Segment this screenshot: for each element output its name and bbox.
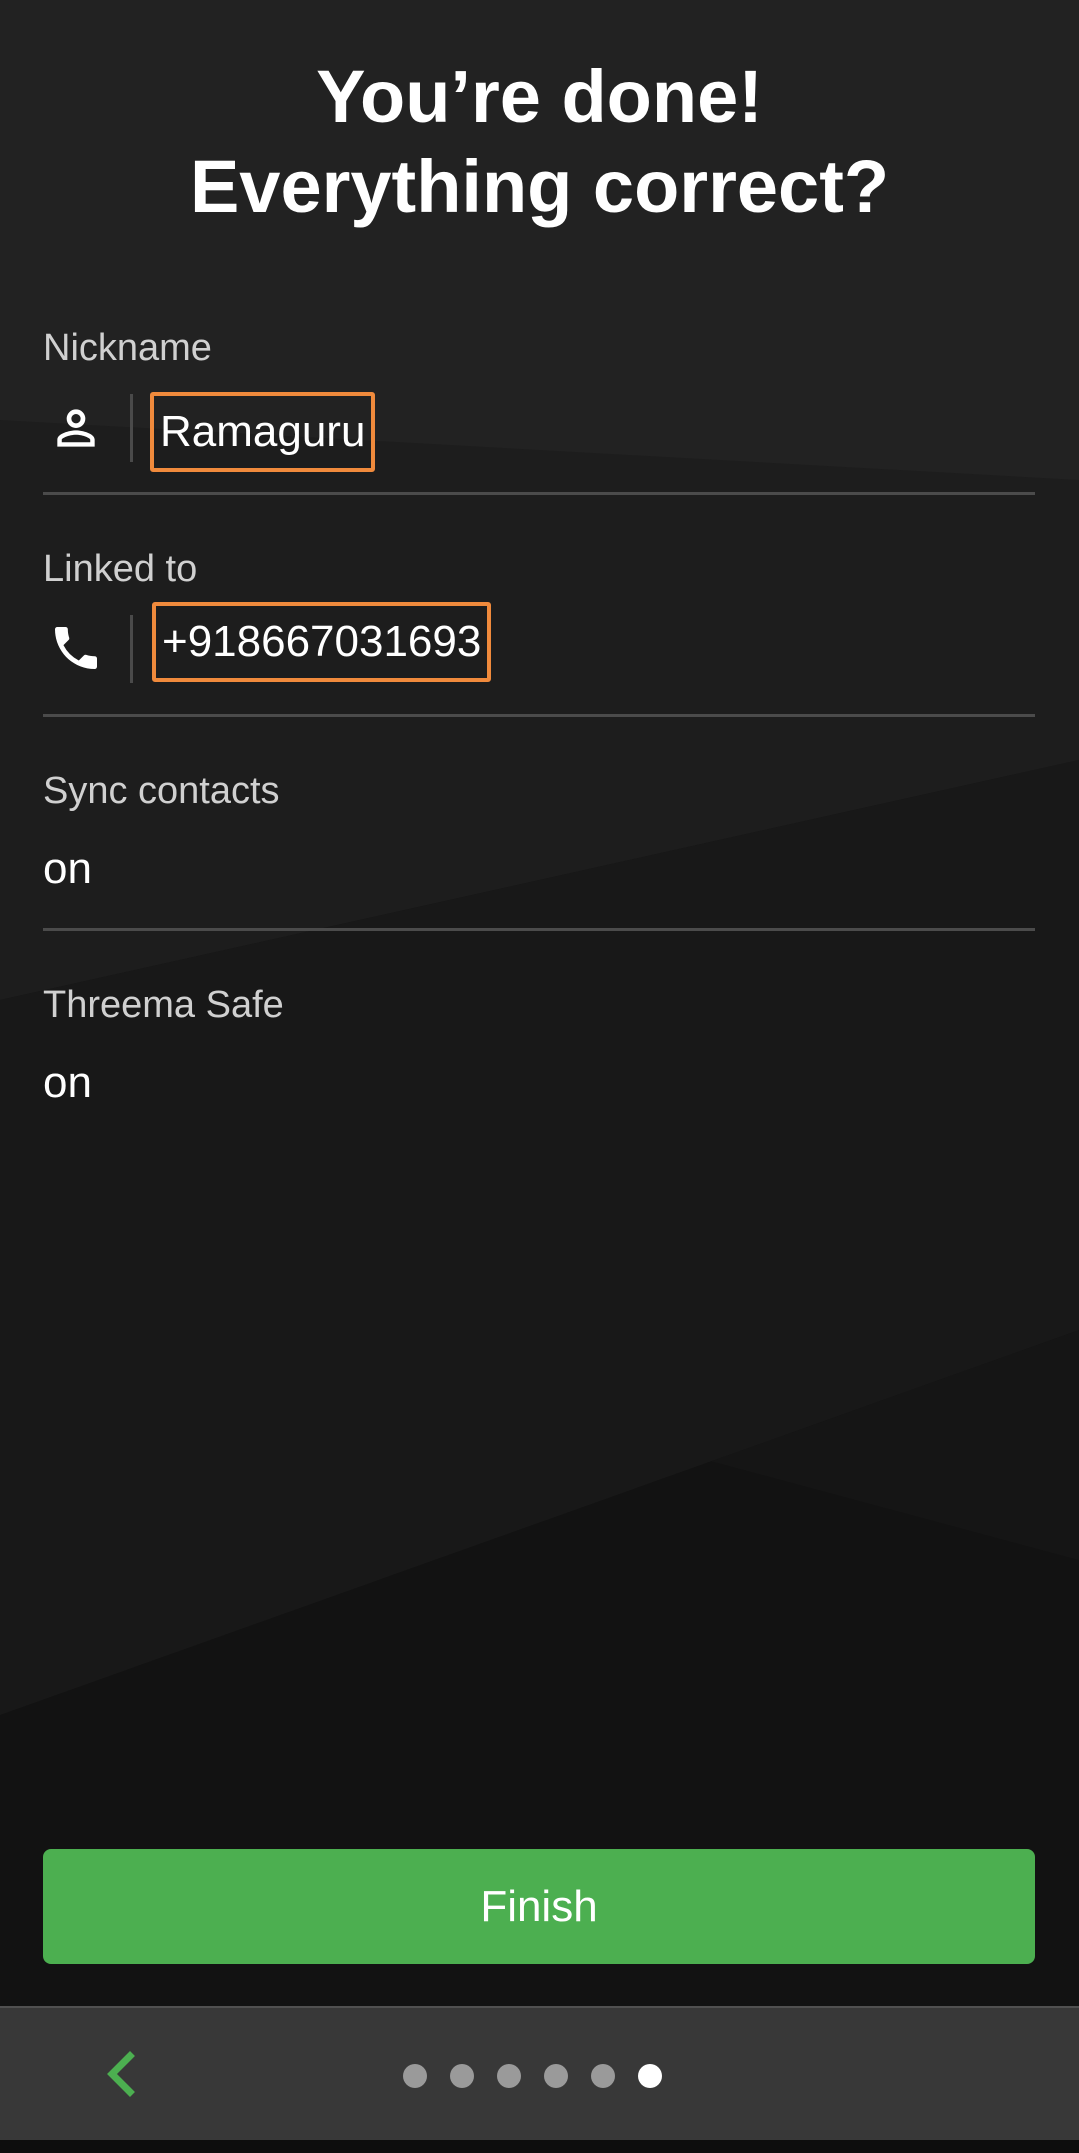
page-dot-1 <box>403 2064 427 2088</box>
back-button[interactable] <box>88 2042 152 2106</box>
nickname-label: Nickname <box>43 327 212 369</box>
page-indicator <box>403 2064 662 2088</box>
linked-to-label: Linked to <box>43 548 198 590</box>
finish-button[interactable]: Finish <box>43 1849 1035 1964</box>
phone-icon <box>48 620 104 676</box>
sync-contacts-underline <box>43 928 1035 931</box>
page-dot-3 <box>497 2064 521 2088</box>
linked-to-icon-divider <box>130 615 133 683</box>
bottom-edge <box>0 2140 1079 2153</box>
sync-contacts-value: on <box>43 844 92 893</box>
threema-safe-label: Threema Safe <box>43 984 284 1026</box>
page-dot-6 <box>638 2064 662 2088</box>
nickname-underline <box>43 492 1035 495</box>
sync-contacts-label: Sync contacts <box>43 770 280 812</box>
wizard-screen: You’re done! Everything correct? Nicknam… <box>0 0 1079 2153</box>
page-title: You’re done! Everything correct? <box>0 52 1079 232</box>
person-icon <box>48 400 104 456</box>
page-dot-4 <box>544 2064 568 2088</box>
linked-to-underline <box>43 714 1035 717</box>
title-line-1: You’re done! <box>316 55 763 138</box>
phone-number-field[interactable]: +918667031693 <box>152 602 492 682</box>
threema-safe-value: on <box>43 1058 92 1107</box>
wizard-navigation-bar <box>0 2006 1079 2142</box>
nickname-icon-divider <box>130 394 133 462</box>
title-line-2: Everything correct? <box>189 145 890 228</box>
page-dot-5 <box>591 2064 615 2088</box>
nickname-field[interactable]: Ramaguru <box>150 392 376 472</box>
page-dot-2 <box>450 2064 474 2088</box>
chevron-left-icon <box>107 2051 135 2097</box>
